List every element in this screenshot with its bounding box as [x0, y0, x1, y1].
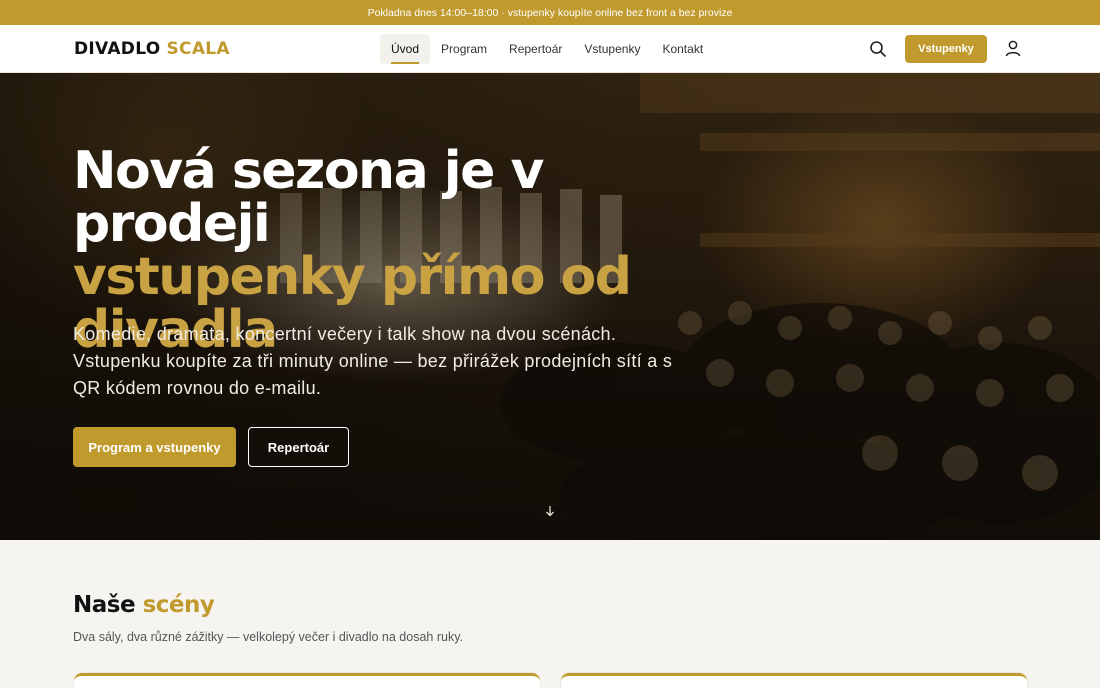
scenes-title: Naše scény — [73, 592, 215, 618]
repertoire-button[interactable]: Repertoár — [248, 427, 349, 467]
announcement-text: Pokladna dnes 14:00–18:00 · vstupenky ko… — [367, 6, 733, 19]
logo-part-2: SCALA — [166, 39, 230, 59]
scenes-section: Naše scény Dva sály, dva různé zážitky —… — [0, 540, 1100, 688]
logo-part-1: DIVADLO — [74, 39, 161, 59]
hero-section: Nová sezona je v prodeji vstupenky přímo… — [0, 73, 1100, 540]
nav-item-home[interactable]: Úvod — [380, 34, 431, 64]
search-icon[interactable] — [869, 40, 887, 58]
main-navbar: DIVADLO SCALA Úvod Program Repertoár Vstu… — [0, 25, 1100, 73]
tickets-button[interactable]: Vstupenky — [905, 35, 987, 63]
scenes-title-part-1: Naše — [73, 592, 136, 618]
program-tickets-button[interactable]: Program a vstupenky — [73, 427, 236, 467]
user-icon[interactable] — [1004, 39, 1022, 57]
nav-item-tickets[interactable]: Vstupenky — [573, 34, 651, 64]
hero-title-line-1: Nová sezona je v prodeji — [73, 141, 544, 254]
announcement-bar: Pokladna dnes 14:00–18:00 · vstupenky ko… — [0, 0, 1100, 25]
nav-item-contact[interactable]: Kontakt — [651, 34, 714, 64]
scenes-subtitle: Dva sály, dva různé zážitky — velkolepý … — [73, 630, 463, 644]
arrow-down-icon[interactable] — [543, 504, 557, 518]
hero-description: Komedie, dramata, koncertní večery i tal… — [73, 324, 673, 398]
nav-item-program[interactable]: Program — [430, 34, 498, 64]
nav-item-repertoire[interactable]: Repertoár — [498, 34, 573, 64]
scene-card[interactable] — [74, 673, 540, 688]
scene-card[interactable] — [561, 673, 1027, 688]
site-logo[interactable]: DIVADLO SCALA — [74, 39, 230, 59]
main-menu: Úvod Program Repertoár Vstupenky Kontakt — [380, 34, 714, 64]
scenes-title-part-2: scény — [142, 592, 215, 618]
